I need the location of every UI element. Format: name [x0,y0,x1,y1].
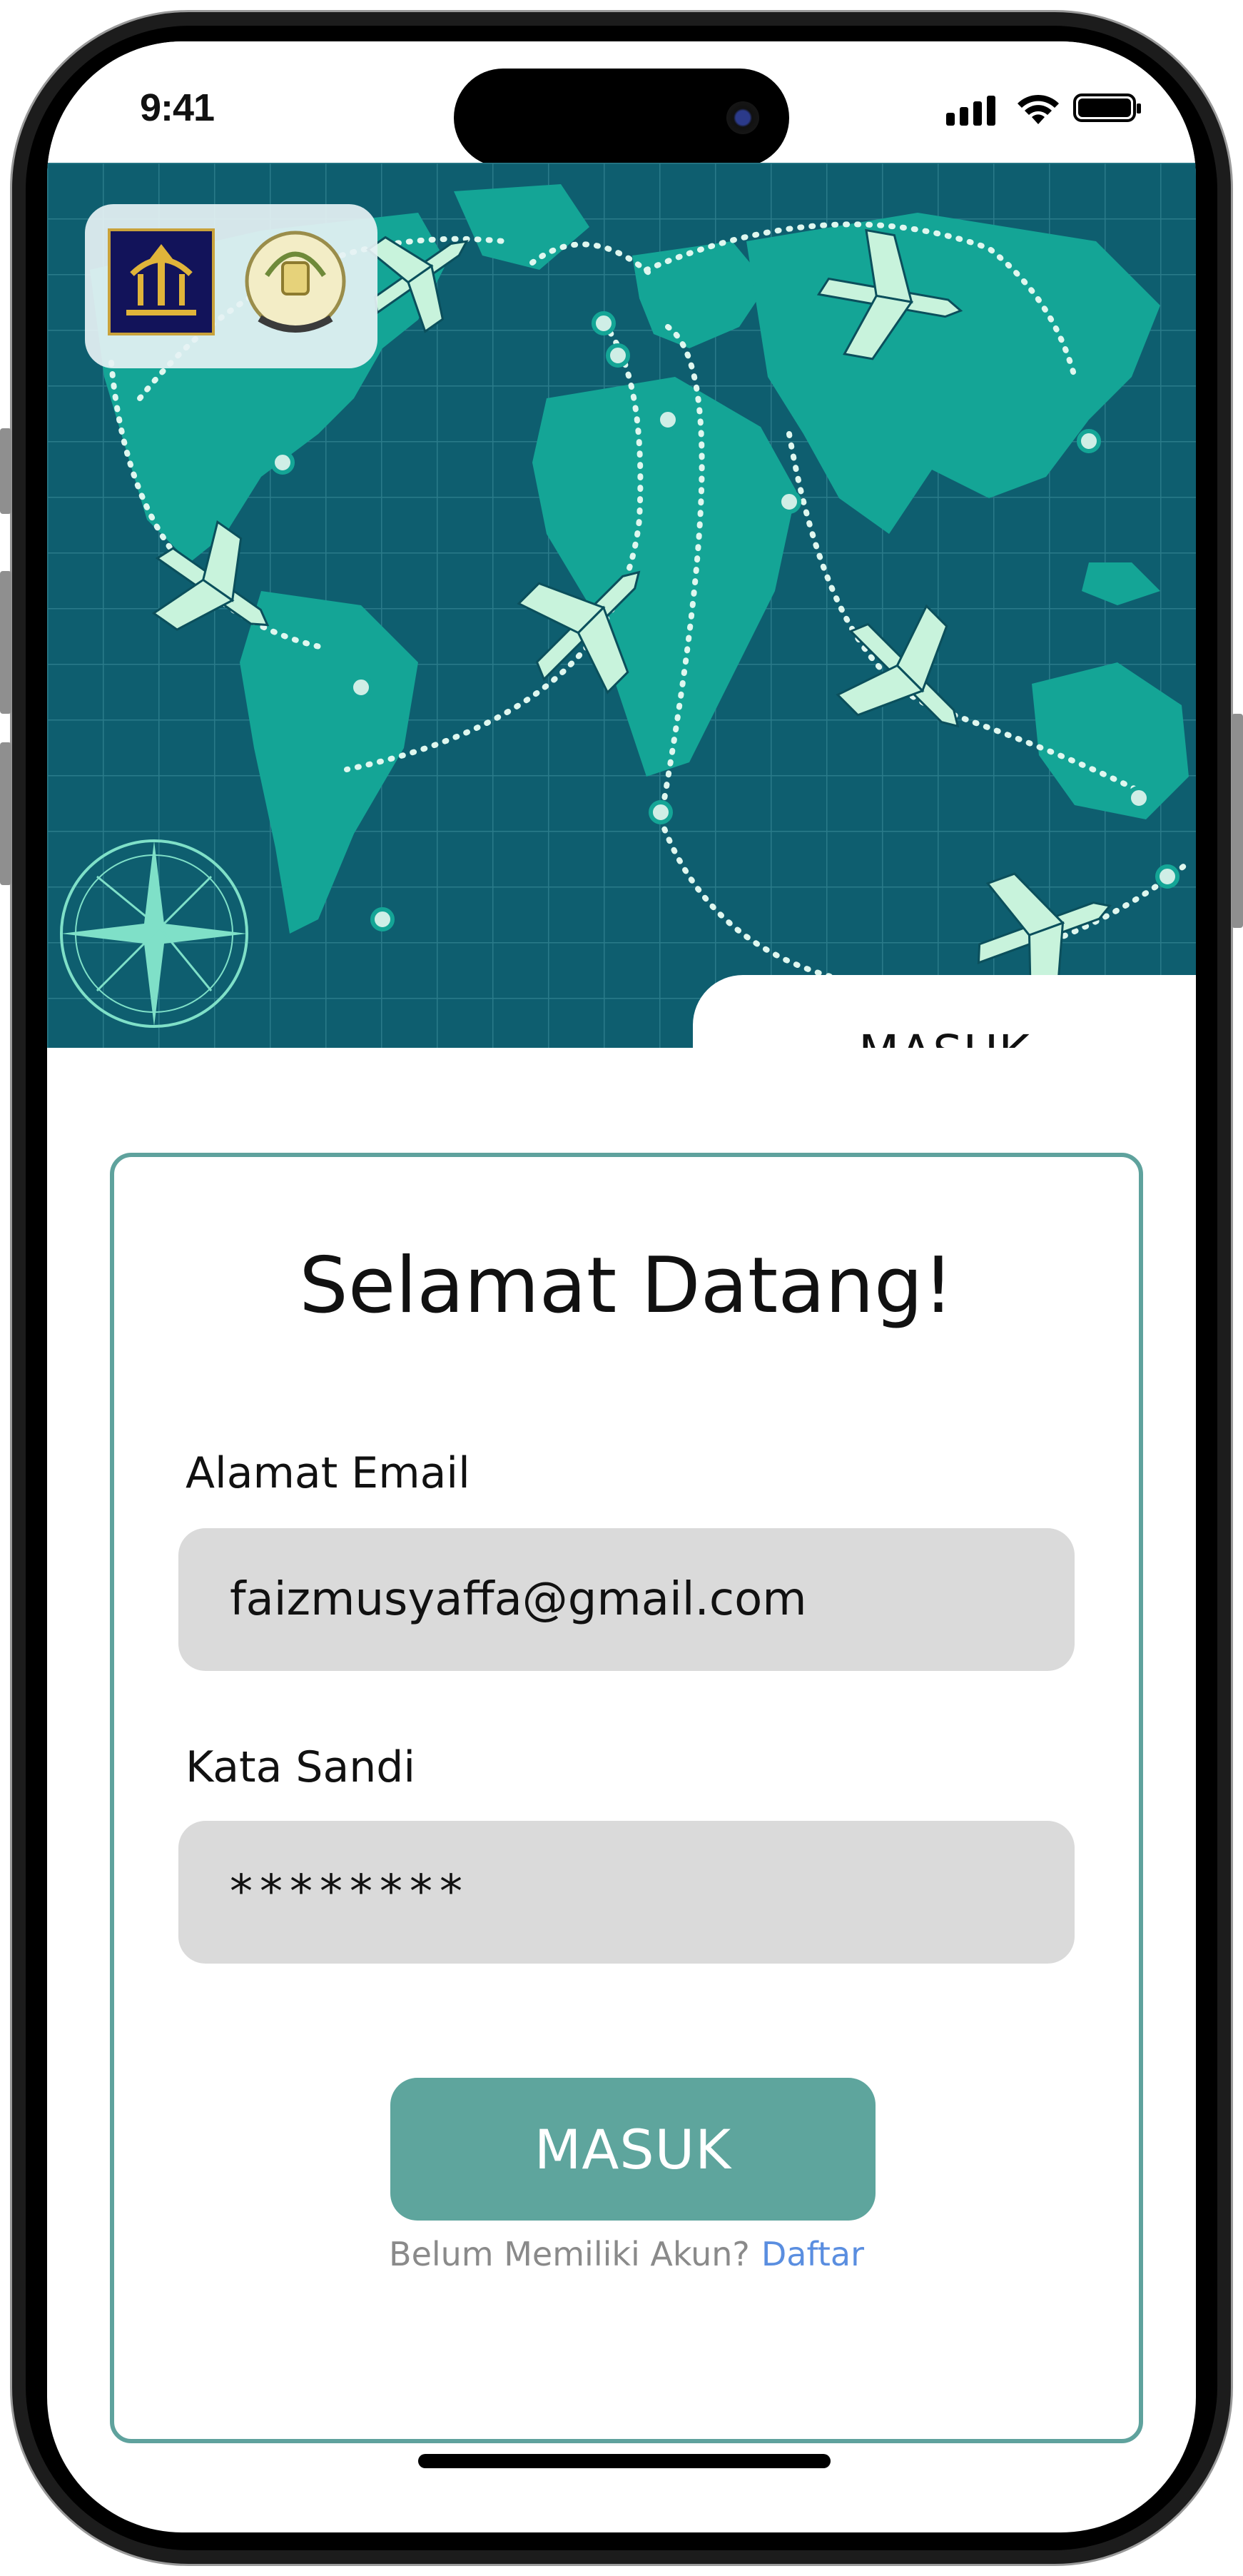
kemenkumham-logo [108,228,215,335]
status-bar: 9:41 [47,41,1196,167]
screen: 9:41 Selamat Datang! Alamat Email faizmu… [47,41,1196,2532]
no-account-text: Belum Memiliki Akun? [389,2235,750,2273]
status-icons [946,84,1146,134]
masuk-tab[interactable]: MASUK [693,975,1196,1048]
dynamic-island [454,69,789,167]
signup-prompt: Belum Memiliki Akun? Daftar [114,2235,1139,2273]
welcome-title: Selamat Datang! [299,1241,954,1330]
email-field[interactable] [178,1528,1075,1671]
imigrasi-emblem-logo [238,226,352,343]
compass-icon [60,839,248,1028]
action-button [0,428,11,514]
masuk-tab-label: MASUK [693,1025,1196,1048]
camera-icon [726,101,759,134]
power-button [1232,714,1243,928]
password-label: Kata Sandi [186,1742,416,1792]
volume-down-button [0,742,11,885]
register-link[interactable]: Daftar [761,2235,864,2273]
volume-up-button [0,571,11,714]
wifi-icon [1018,94,1059,124]
battery-icon [1073,94,1141,122]
home-indicator[interactable] [418,2454,831,2468]
login-card: Selamat Datang! Alamat Email Kata Sandi … [110,1153,1143,2443]
login-button[interactable]: MASUK [390,2078,876,2221]
hero-map-illustration: MASUK [47,163,1196,1048]
email-label: Alamat Email [186,1448,470,1498]
logo-card [85,204,377,368]
password-field[interactable] [178,1821,1075,1964]
status-time: 9:41 [140,86,215,129]
signal-icon [946,84,1003,134]
